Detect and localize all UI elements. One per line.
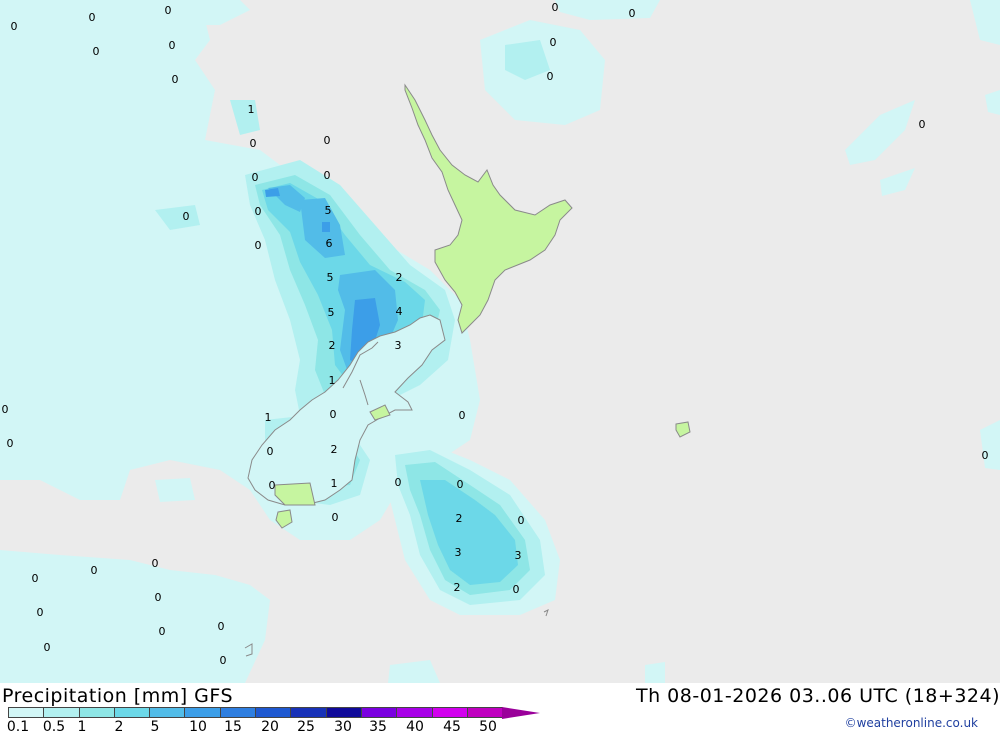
precip-value-label: 0: [91, 564, 98, 577]
precip-value-label: 0: [11, 20, 18, 33]
precip-value-label: 0: [324, 169, 331, 182]
scale-swatch: [43, 707, 80, 718]
precip-value-label: 0: [547, 70, 554, 83]
scale-swatch: [113, 707, 151, 718]
color-scale: [8, 707, 541, 719]
precip-value-label: 0: [513, 583, 520, 596]
precip-value-label: 0: [218, 620, 225, 633]
precip-value-label: 0: [324, 134, 331, 147]
precip-value-label: 0: [89, 11, 96, 24]
scale-swatch: [219, 707, 257, 718]
map-canvas: 0 0 0 0 0 0 0 0 0 1 0 0 0 0 0 0 5 6 0 0 5 2 5 4 2 3 1 0 1 0 0 0 2 0 0 1 0 0 0 2…: [0, 0, 1000, 683]
scale-swatch: [466, 707, 504, 718]
precip-value-label: 6: [326, 237, 333, 250]
precip-value-label: 1: [248, 103, 255, 116]
precip-value-label: 0: [552, 1, 559, 14]
scale-swatch: [290, 707, 327, 718]
precip-value-label: 1: [329, 374, 336, 387]
precip-value-label: 0: [159, 625, 166, 638]
scale-swatch: [149, 707, 186, 718]
map-footer: Precipitation [mm] GFS Th 08-01-2026 03.…: [0, 683, 1000, 735]
credit-link[interactable]: ©weatheronline.co.uk: [845, 716, 978, 730]
precip-value-label: 2: [456, 512, 463, 525]
precip-value-label: 0: [457, 478, 464, 491]
scale-swatch: [396, 707, 433, 718]
precip-value-label: 0: [459, 409, 466, 422]
precip-value-label: 0: [220, 654, 227, 667]
precip-value-label: 0: [255, 239, 262, 252]
precip-value-label: 1: [331, 477, 338, 490]
precip-value-label: 1: [265, 411, 272, 424]
precip-value-label: 5: [327, 271, 334, 284]
precip-value-label: 0: [518, 514, 525, 527]
scale-swatch: [78, 707, 115, 718]
scale-swatch: [325, 707, 362, 718]
precip-value-label: 0: [155, 591, 162, 604]
map-title: Precipitation [mm] GFS: [2, 685, 234, 707]
precip-value-label: 0: [267, 445, 274, 458]
precip-value-label: 3: [455, 546, 462, 559]
precip-value-label: 0: [332, 511, 339, 524]
precip-value-label: 5: [325, 204, 332, 217]
precip-value-label: 0: [252, 171, 259, 184]
precip-value-label: 2: [396, 271, 403, 284]
precipitation-map: 0 0 0 0 0 0 0 0 0 1 0 0 0 0 0 0 5 6 0 0 5 2 5 4 2 3 1 0 1 0 0 0 2 0 0 1 0 0 0 2…: [0, 0, 1000, 683]
scale-swatch: [255, 707, 292, 718]
precip-value-label: 0: [32, 572, 39, 585]
southland-land: [274, 482, 316, 506]
precip-value-label: 0: [550, 36, 557, 49]
precip-value-label: 0: [255, 205, 262, 218]
precip-value-label: 0: [395, 476, 402, 489]
precip-value-label: 4: [396, 305, 403, 318]
scale-arrow: [502, 707, 541, 719]
precip-value-label: 0: [152, 557, 159, 570]
precip-value-label: 3: [515, 549, 522, 562]
precip-value-label: 0: [44, 641, 51, 654]
scale-swatch: [8, 707, 45, 718]
precip-value-label: 0: [982, 449, 989, 462]
precip-value-label: 0: [250, 137, 257, 150]
precip-value-label: 0: [919, 118, 926, 131]
precip-value-label: 2: [329, 339, 336, 352]
precip-value-label: 2: [454, 581, 461, 594]
precip-value-label: 0: [37, 606, 44, 619]
precip-value-label: 0: [93, 45, 100, 58]
precip-value-label: 0: [629, 7, 636, 20]
precip-value-label: 0: [7, 437, 14, 450]
precip-value-label: 0: [172, 73, 179, 86]
precip-value-label: 0: [165, 4, 172, 17]
precip-value-label: 2: [331, 443, 338, 456]
precip-value-label: 3: [395, 339, 402, 352]
scale-swatch: [360, 707, 398, 718]
precip-value-label: 0: [169, 39, 176, 52]
scale-swatch: [184, 707, 221, 718]
precip-value-label: 0: [330, 408, 337, 421]
forecast-time: Th 08-01-2026 03..06 UTC (18+324): [635, 685, 1000, 707]
precip-value-label: 0: [269, 479, 276, 492]
precip-value-label: 0: [2, 403, 9, 416]
precip-value-label: 5: [328, 306, 335, 319]
scale-swatch: [431, 707, 468, 718]
precip-value-label: 0: [183, 210, 190, 223]
